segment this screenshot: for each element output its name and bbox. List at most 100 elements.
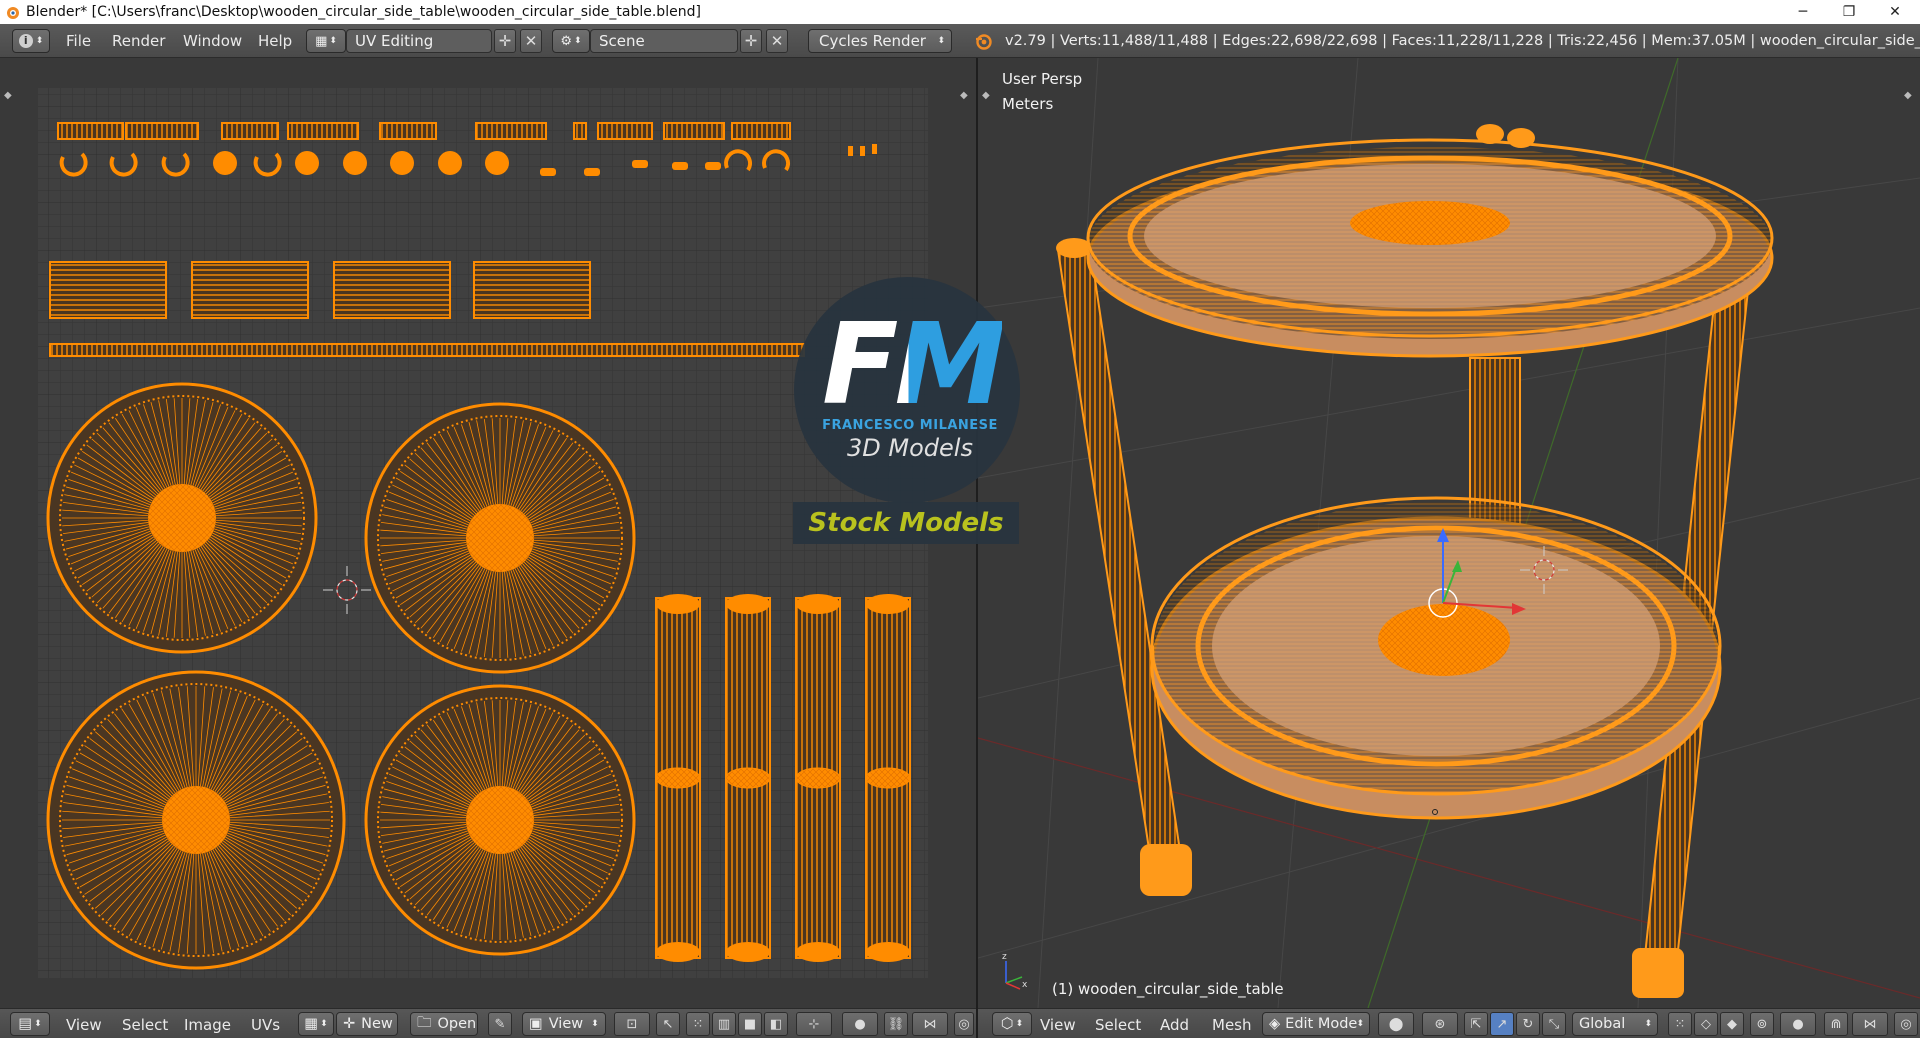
uv-sync-button[interactable]: ⛓ bbox=[884, 1012, 908, 1036]
face-select-mode-button[interactable]: ◆ bbox=[1720, 1012, 1744, 1036]
minimize-button[interactable]: ─ bbox=[1780, 0, 1826, 24]
edge-select-mode-button[interactable]: ◇ bbox=[1694, 1012, 1718, 1036]
close-icon: ✕ bbox=[524, 32, 538, 50]
menu-file[interactable]: File bbox=[66, 32, 91, 50]
uv-disc-center bbox=[466, 786, 534, 854]
render-slot-button[interactable]: ◎ bbox=[954, 1012, 974, 1036]
sticky-select-button[interactable]: ↖ bbox=[656, 1012, 680, 1036]
view-mode-select[interactable]: ▣ View ⬍ bbox=[522, 1012, 606, 1036]
snap-element-select[interactable]: ⋈ bbox=[912, 1012, 948, 1036]
edit-mode-icon: ◈ bbox=[1269, 1016, 1281, 1032]
view3d-menu-select[interactable]: Select bbox=[1095, 1016, 1141, 1034]
menu-render[interactable]: Render bbox=[112, 32, 165, 50]
window-titlebar: Blender* [C:\Users\franc\Desktop\wooden_… bbox=[0, 0, 1920, 24]
uv-leg-cap bbox=[656, 594, 700, 614]
info-header: i ⬍ File Render Window Help ▦ ⬍ UV Editin… bbox=[0, 24, 1920, 58]
object-label: (1) wooden_circular_side_table bbox=[1052, 980, 1284, 998]
updown-arrow-icon: ⬍ bbox=[591, 1019, 599, 1029]
pivot-select[interactable]: ⊡ bbox=[614, 1012, 650, 1036]
render-engine-select[interactable]: Cycles Render ⬍ bbox=[808, 29, 952, 53]
viewport-canvas[interactable]: z x ◆ ◆ bbox=[977, 57, 1920, 1009]
region-toggle-icon[interactable]: ◆ bbox=[1904, 90, 1912, 101]
editor-type-uv-button[interactable]: ▤ ⬍ bbox=[10, 1012, 50, 1036]
uv-long-strip-island bbox=[49, 343, 805, 357]
new-image-button[interactable]: ✛ New bbox=[336, 1012, 398, 1036]
pin-image-button[interactable]: ✎ bbox=[488, 1012, 512, 1036]
render-preview-button[interactable]: ◎ bbox=[1894, 1012, 1918, 1036]
shading-solid-icon: ⬤ bbox=[1388, 1016, 1404, 1032]
camera-icon: ◎ bbox=[958, 1016, 970, 1032]
uv-disc-center bbox=[148, 484, 216, 552]
scale-manipulator-button[interactable]: ⤡ bbox=[1542, 1012, 1566, 1036]
menu-window[interactable]: Window bbox=[183, 32, 242, 50]
3d-viewport[interactable]: z x ◆ ◆ User Persp Meters (1) wooden_cir… bbox=[977, 57, 1920, 1009]
manipulator-toggle[interactable]: ⇱ bbox=[1464, 1012, 1488, 1036]
uv-menu-view[interactable]: View bbox=[66, 1016, 102, 1034]
magnet-icon: ⋈ bbox=[923, 1016, 937, 1032]
delete-screen-button[interactable]: ✕ bbox=[520, 29, 542, 53]
proportional-edit-select[interactable]: ● bbox=[1780, 1012, 1816, 1036]
image-editor-icon: ▤ bbox=[18, 1016, 33, 1032]
menu-help[interactable]: Help bbox=[258, 32, 292, 50]
view3d-menu-add[interactable]: Add bbox=[1160, 1016, 1189, 1034]
add-scene-button[interactable]: ✛ bbox=[740, 29, 762, 53]
scene-stats: v2.79 | Verts:11,488/11,488 | Edges:22,6… bbox=[1005, 33, 1920, 49]
updown-arrow-icon: ⬍ bbox=[937, 36, 945, 46]
close-button[interactable]: ✕ bbox=[1872, 0, 1918, 24]
uv-small-island bbox=[705, 162, 721, 170]
snap-target-select[interactable]: ⊹ bbox=[796, 1012, 832, 1036]
units-label: Meters bbox=[1002, 95, 1054, 113]
viewport-shading-select[interactable]: ⬤ bbox=[1378, 1012, 1414, 1036]
mode-select[interactable]: ◈ Edit Mode ⬍ bbox=[1262, 1012, 1370, 1036]
transform-orientation-select[interactable]: Global ⬍ bbox=[1572, 1012, 1658, 1036]
uv-strip-island bbox=[597, 122, 653, 140]
view-name: User Persp bbox=[1002, 70, 1083, 88]
limit-selection-button[interactable]: ⊚ bbox=[1750, 1012, 1774, 1036]
add-screen-button[interactable]: ✛ bbox=[494, 29, 516, 53]
uv-menu-uvs[interactable]: UVs bbox=[251, 1016, 280, 1034]
uv-leg-cap bbox=[656, 942, 700, 962]
face-select-button[interactable]: ■ bbox=[738, 1012, 762, 1036]
editor-type-info-button[interactable]: i ⬍ bbox=[12, 29, 50, 53]
new-label: New bbox=[361, 1016, 393, 1032]
uv-menu-select[interactable]: Select bbox=[122, 1016, 168, 1034]
region-toggle-icon[interactable]: ◆ bbox=[960, 90, 968, 101]
pivot-point-select[interactable]: ⊛ bbox=[1422, 1012, 1458, 1036]
region-toggle-icon[interactable]: ◆ bbox=[982, 90, 990, 101]
uv-menu-image[interactable]: Image bbox=[184, 1016, 231, 1034]
view3d-menu-view[interactable]: View bbox=[1040, 1016, 1076, 1034]
screen-layout-field[interactable]: UV Editing bbox=[346, 29, 492, 53]
edge-select-button[interactable]: ▥ bbox=[712, 1012, 736, 1036]
snap-element-select[interactable]: ⋈ bbox=[1852, 1012, 1888, 1036]
delete-scene-button[interactable]: ✕ bbox=[766, 29, 788, 53]
proportional-icon: ● bbox=[1792, 1016, 1804, 1032]
editor-type-3d-button[interactable]: ⬡ ⬍ bbox=[992, 1012, 1032, 1036]
island-select-button[interactable]: ◧ bbox=[764, 1012, 788, 1036]
restore-button[interactable]: ❐ bbox=[1826, 0, 1872, 24]
vertex-select-mode-button[interactable]: ⁙ bbox=[1668, 1012, 1692, 1036]
svg-text:x: x bbox=[1022, 980, 1028, 990]
face-select-icon: ◆ bbox=[1727, 1016, 1737, 1032]
uv-strip-island bbox=[221, 122, 279, 140]
magnet-icon: ⋒ bbox=[1830, 1016, 1842, 1032]
uv-leg-cap bbox=[866, 942, 910, 962]
uv-cap-island bbox=[390, 151, 414, 175]
uv-leg-cap bbox=[866, 594, 910, 614]
proportional-edit-select[interactable]: ● bbox=[842, 1012, 878, 1036]
uv-cap-island bbox=[213, 151, 237, 175]
rotate-manipulator-button[interactable]: ↻ bbox=[1516, 1012, 1540, 1036]
vertex-select-button[interactable]: ⁙ bbox=[686, 1012, 710, 1036]
open-image-button[interactable]: 🗀 Open bbox=[410, 1012, 478, 1036]
uv-leg-mid bbox=[655, 767, 701, 789]
image-browse-button[interactable]: ▦ ⬍ bbox=[298, 1012, 334, 1036]
scene-browse-button[interactable]: ⚙ ⬍ bbox=[552, 29, 590, 53]
screen-layout-browse-button[interactable]: ▦ ⬍ bbox=[306, 29, 346, 53]
translate-manipulator-button[interactable]: ↗ bbox=[1490, 1012, 1514, 1036]
snap-toggle[interactable]: ⋒ bbox=[1824, 1012, 1848, 1036]
pivot-icon: ⊡ bbox=[626, 1016, 638, 1032]
view3d-menu-mesh[interactable]: Mesh bbox=[1212, 1016, 1252, 1034]
scene-field[interactable]: Scene bbox=[590, 29, 738, 53]
uv-cap-island bbox=[438, 151, 462, 175]
uv-strip-island bbox=[57, 122, 124, 140]
region-toggle-icon[interactable]: ◆ bbox=[4, 90, 12, 101]
